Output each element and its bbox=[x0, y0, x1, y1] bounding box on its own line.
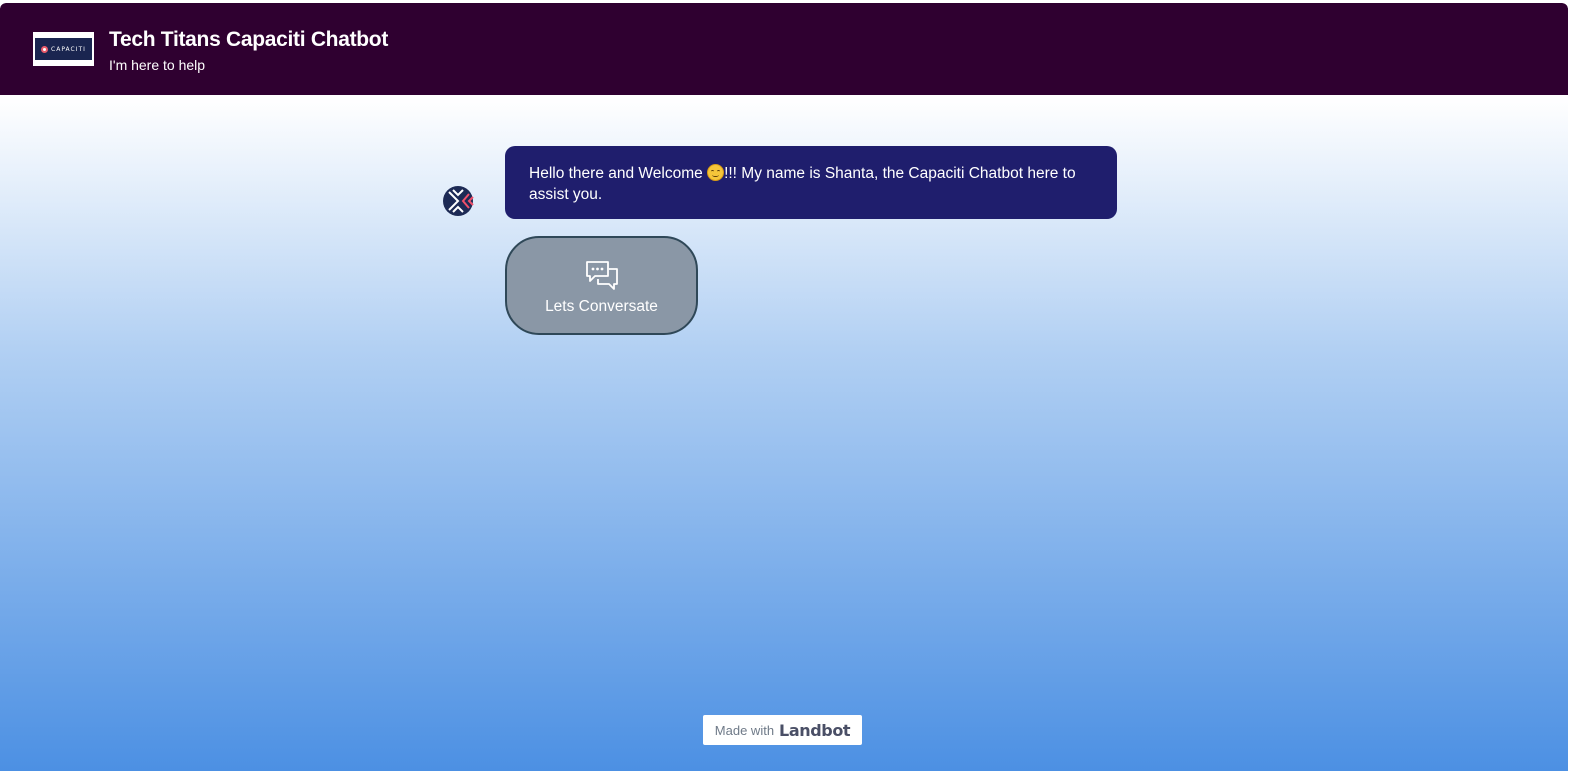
bot-message-text-start: Hello there and Welcome bbox=[529, 165, 708, 182]
company-logo: CAPACITI bbox=[33, 32, 94, 66]
logo-mark-icon bbox=[41, 45, 49, 53]
made-with-text: Made with bbox=[714, 722, 775, 738]
chat-bubbles-icon bbox=[585, 260, 618, 290]
made-with-landbot-badge[interactable]: Made with Landbot bbox=[703, 715, 862, 745]
bot-avatar-icon bbox=[442, 185, 474, 217]
chat-window: CAPACITI Tech Titans Capaciti Chatbot I'… bbox=[0, 3, 1568, 771]
lets-conversate-label: Lets Conversate bbox=[545, 297, 658, 315]
lets-conversate-button[interactable]: Lets Conversate bbox=[505, 236, 698, 335]
chat-subtitle: I'm here to help bbox=[109, 57, 206, 73]
smiling-face-emoji-icon bbox=[707, 164, 725, 181]
logo-text: CAPACITI bbox=[51, 45, 86, 53]
chat-header: CAPACITI Tech Titans Capaciti Chatbot I'… bbox=[0, 3, 1568, 95]
chat-title: Tech Titans Capaciti Chatbot bbox=[109, 28, 389, 51]
bot-message-bubble: Hello there and Welcome !!! My name is S… bbox=[505, 146, 1117, 219]
logo-banner: CAPACITI bbox=[35, 38, 92, 60]
landbot-brand: Landbot bbox=[779, 720, 851, 740]
